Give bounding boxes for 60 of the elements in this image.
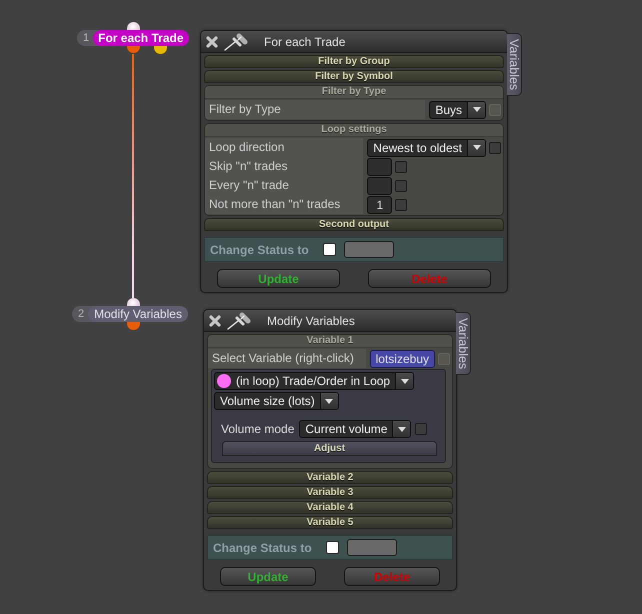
field-label: Skip "n" trades — [205, 157, 364, 176]
node-pill[interactable]: 1 For each Trade — [77, 30, 188, 46]
number-input[interactable] — [367, 158, 392, 176]
number-input[interactable]: 1 — [367, 196, 392, 214]
panel-title: For each Trade — [264, 34, 346, 48]
caret-icon — [320, 393, 338, 409]
dropdown[interactable]: Newest to oldest — [367, 138, 486, 156]
dropdown[interactable]: Buys — [429, 100, 486, 118]
section-header[interactable]: Filter by Group — [204, 55, 504, 68]
output-port-icon[interactable] — [126, 322, 140, 330]
checkbox[interactable] — [322, 243, 336, 256]
dropdown[interactable]: Volume size (lots) — [214, 392, 339, 410]
checkbox[interactable] — [489, 142, 501, 154]
adjust-button[interactable]: Adjust — [222, 441, 437, 456]
status-label: Change Status to — [213, 540, 312, 554]
status-input[interactable] — [344, 241, 394, 258]
caret-icon — [395, 373, 414, 389]
node-label: Modify Variables — [88, 306, 188, 322]
field-label: Every "n" trade — [205, 176, 364, 195]
section-header[interactable]: Variable 5 — [207, 516, 453, 529]
checkbox[interactable] — [415, 423, 428, 435]
variable-button[interactable]: lotsizebuy — [370, 350, 435, 368]
variables-tab[interactable]: Variables — [507, 33, 522, 96]
node-number: 1 — [83, 31, 90, 46]
circle-icon — [217, 374, 231, 388]
node-label: For each Trade — [93, 30, 188, 46]
dropdown[interactable]: Current volume — [299, 420, 412, 438]
section-header[interactable]: Variable 2 — [207, 471, 453, 484]
pin-icon[interactable] — [224, 32, 248, 50]
section-header[interactable]: Variable 3 — [207, 486, 453, 499]
section-header[interactable]: Filter by Symbol — [204, 70, 504, 83]
checkbox[interactable] — [395, 198, 408, 210]
field-label: Loop direction — [205, 138, 364, 157]
section-header[interactable]: Second output — [204, 218, 504, 231]
field-label: Select Variable (right-click) — [208, 349, 366, 368]
checkbox[interactable] — [395, 180, 408, 192]
output-port-icon[interactable] — [154, 46, 166, 54]
caret-icon — [467, 102, 485, 118]
node-number: 2 — [78, 307, 84, 322]
field-label: Filter by Type — [205, 100, 426, 119]
status-label: Change Status to — [210, 242, 309, 256]
close-icon[interactable] — [208, 314, 222, 328]
checkbox[interactable] — [395, 160, 408, 172]
input-port-icon[interactable] — [126, 298, 140, 306]
status-input[interactable] — [346, 539, 397, 556]
checkbox[interactable] — [326, 541, 339, 554]
pin-icon[interactable] — [227, 312, 251, 330]
output-port-icon[interactable] — [126, 46, 140, 53]
field-label: Not more than "n" trades — [205, 195, 364, 214]
input-port-icon[interactable] — [126, 22, 140, 30]
caret-icon — [392, 421, 410, 437]
close-icon[interactable] — [205, 34, 219, 48]
field-label: Volume mode — [221, 422, 294, 436]
node-pill[interactable]: 2 Modify Variables — [72, 306, 188, 322]
variables-tab[interactable]: Variables — [456, 312, 471, 375]
panel-title: Modify Variables — [267, 314, 355, 328]
caret-icon — [467, 140, 485, 156]
number-input[interactable] — [367, 176, 392, 194]
section-header[interactable]: Variable 4 — [207, 501, 453, 514]
source-dropdown[interactable]: (in loop) Trade/Order in Loop — [214, 372, 414, 390]
